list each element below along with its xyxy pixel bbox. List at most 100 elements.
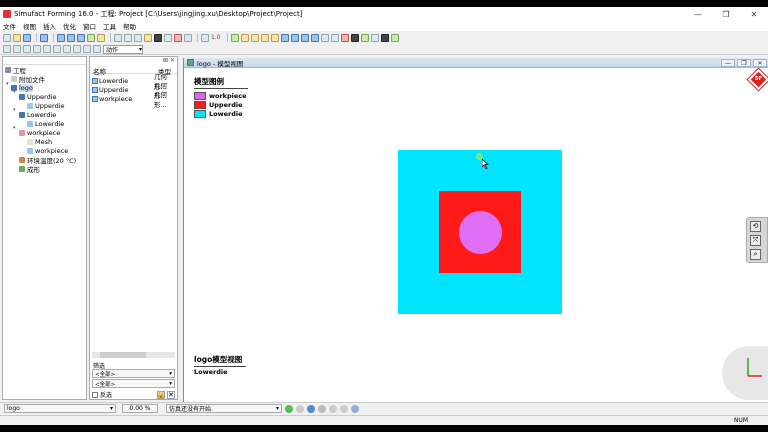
filter-combo-1[interactable]: <全部> ▾ xyxy=(92,369,175,378)
workpiece-model[interactable] xyxy=(459,211,502,254)
menu-file[interactable]: 文件 xyxy=(3,21,16,31)
fit-view-icon[interactable]: ⤧ xyxy=(750,235,761,246)
save-icon[interactable] xyxy=(23,33,31,42)
tool-icon-3[interactable] xyxy=(260,33,269,42)
tree-item-upperdie-geometry[interactable]: Upperdie xyxy=(27,101,65,110)
view-icon-6[interactable] xyxy=(330,33,339,42)
process-icon-6[interactable] xyxy=(53,45,61,53)
tree-item-workpiece[interactable]: workpiece xyxy=(19,128,60,137)
axis-triad[interactable] xyxy=(722,346,768,400)
search-icon[interactable] xyxy=(329,404,337,413)
delete-icon[interactable] xyxy=(174,33,182,42)
play-icon[interactable] xyxy=(154,33,162,42)
process-combo[interactable]: logo ▾ xyxy=(4,404,116,413)
process-icon-10[interactable] xyxy=(93,45,101,53)
invert-checkbox[interactable] xyxy=(92,391,98,398)
collapse-icon[interactable]: ▾ xyxy=(6,81,9,87)
maximize-button[interactable]: ❐ xyxy=(712,7,740,21)
view-icon-3[interactable] xyxy=(300,33,309,42)
run-icon[interactable] xyxy=(285,404,293,413)
tree-item-logo[interactable]: logo xyxy=(11,83,33,92)
process-icon-1[interactable] xyxy=(3,45,11,53)
tools-icon[interactable] xyxy=(351,404,359,413)
tool-icon-2[interactable] xyxy=(250,33,259,42)
mesh-icon[interactable] xyxy=(230,33,239,42)
tree-item-forming[interactable]: 成形 xyxy=(19,164,40,174)
tool-icon-1[interactable] xyxy=(240,33,249,42)
tree-item-lowerdie[interactable]: Lowerdie xyxy=(19,110,56,119)
monitor-icon[interactable] xyxy=(307,404,315,413)
view-icon-8[interactable] xyxy=(350,33,359,42)
menu-optimize[interactable]: 优化 xyxy=(63,21,76,31)
die-icon xyxy=(19,93,25,100)
view-icon-11[interactable] xyxy=(380,33,389,42)
tree-item-attachments[interactable]: 附加文件 xyxy=(11,74,45,84)
tree-item-mesh[interactable]: Mesh xyxy=(27,137,52,146)
zoom-value[interactable]: 1.0 xyxy=(211,34,221,41)
process-icon-5[interactable] xyxy=(43,45,51,53)
process-icon-9[interactable] xyxy=(83,45,91,53)
window-layout-icon[interactable] xyxy=(77,33,85,42)
select-icon[interactable] xyxy=(67,33,75,42)
grid-icon[interactable] xyxy=(87,33,95,42)
view-icon-10[interactable] xyxy=(370,33,379,42)
menu-window[interactable]: 窗口 xyxy=(83,21,96,31)
view-icon-12[interactable] xyxy=(390,33,399,42)
view-icon-1[interactable] xyxy=(280,33,289,42)
copy-icon[interactable] xyxy=(144,33,152,42)
object-row[interactable]: workpiece 几何形... xyxy=(92,91,177,109)
menu-tools[interactable]: 工具 xyxy=(103,21,116,31)
view-icon-2[interactable] xyxy=(290,33,299,42)
action-combo[interactable]: 动作 ▾ xyxy=(103,44,143,54)
zoom-view-icon[interactable]: ⌕ xyxy=(750,249,761,260)
title-bar: Simufact Forming 16.0 - 工程: Project [C:\… xyxy=(0,7,768,21)
settings-icon[interactable] xyxy=(296,404,304,413)
lock-icon[interactable]: 🔒 xyxy=(157,390,165,399)
viewport-minimize-button[interactable]: — xyxy=(721,59,735,67)
chart-icon[interactable] xyxy=(134,33,142,42)
rotate-view-icon[interactable]: ⟲ xyxy=(750,221,761,232)
viewport-close-button[interactable]: ✕ xyxy=(753,59,767,67)
app-logo-badge: SF xyxy=(747,68,768,91)
simulation-status-combo[interactable]: 仿真还没有开始. ▾ xyxy=(166,404,282,413)
menu-view[interactable]: 视图 xyxy=(23,21,36,31)
view-icon-5[interactable] xyxy=(320,33,329,42)
collapse-icon[interactable]: ▾ xyxy=(13,107,16,113)
view-icon-7[interactable] xyxy=(340,33,349,42)
horizontal-scrollbar[interactable] xyxy=(92,352,175,358)
filter-combo-2[interactable]: <全部> ▾ xyxy=(92,379,175,388)
viewport-restore-button[interactable]: ❐ xyxy=(737,59,751,67)
close-button[interactable]: ✕ xyxy=(740,7,768,21)
clock-icon[interactable] xyxy=(340,404,348,413)
column-name[interactable]: 名称 xyxy=(93,66,106,76)
viewport-titlebar: logo - 模型视图 — ❐ ✕ xyxy=(184,58,768,68)
menu-insert[interactable]: 插入 xyxy=(43,21,56,31)
zoom-icon[interactable] xyxy=(201,33,209,42)
import-icon[interactable] xyxy=(40,33,48,42)
new-file-icon[interactable] xyxy=(3,33,11,42)
view-icon-4[interactable] xyxy=(310,33,319,42)
monitor-icon[interactable] xyxy=(114,33,122,42)
process-icon-2[interactable] xyxy=(13,45,21,53)
view-icon-9[interactable] xyxy=(360,33,369,42)
tool-icon-4[interactable] xyxy=(270,33,279,42)
minimize-button[interactable]: — xyxy=(684,7,712,21)
refresh-icon[interactable] xyxy=(318,404,326,413)
clear-icon[interactable]: ✕ xyxy=(167,390,175,399)
scrollbar-thumb[interactable] xyxy=(100,352,146,358)
menu-help[interactable]: 帮助 xyxy=(123,21,136,31)
open-folder-icon[interactable] xyxy=(13,33,21,42)
process-icon-8[interactable] xyxy=(73,45,81,53)
cut-icon[interactable] xyxy=(164,33,172,42)
text-tool-icon[interactable] xyxy=(57,33,65,42)
stop-icon[interactable] xyxy=(184,33,192,42)
process-icon-3[interactable] xyxy=(23,45,31,53)
camera-icon[interactable] xyxy=(124,33,132,42)
collapse-icon[interactable]: ▾ xyxy=(13,125,16,131)
process-icon-4[interactable] xyxy=(33,45,41,53)
export-icon[interactable] xyxy=(97,33,105,42)
tree-item-upperdie[interactable]: Upperdie xyxy=(19,92,57,101)
tree-item-lowerdie-geometry[interactable]: Lowerdie xyxy=(27,119,64,128)
panel-close-icon[interactable]: ⊠ ✕ xyxy=(163,57,175,64)
process-icon-7[interactable] xyxy=(63,45,71,53)
